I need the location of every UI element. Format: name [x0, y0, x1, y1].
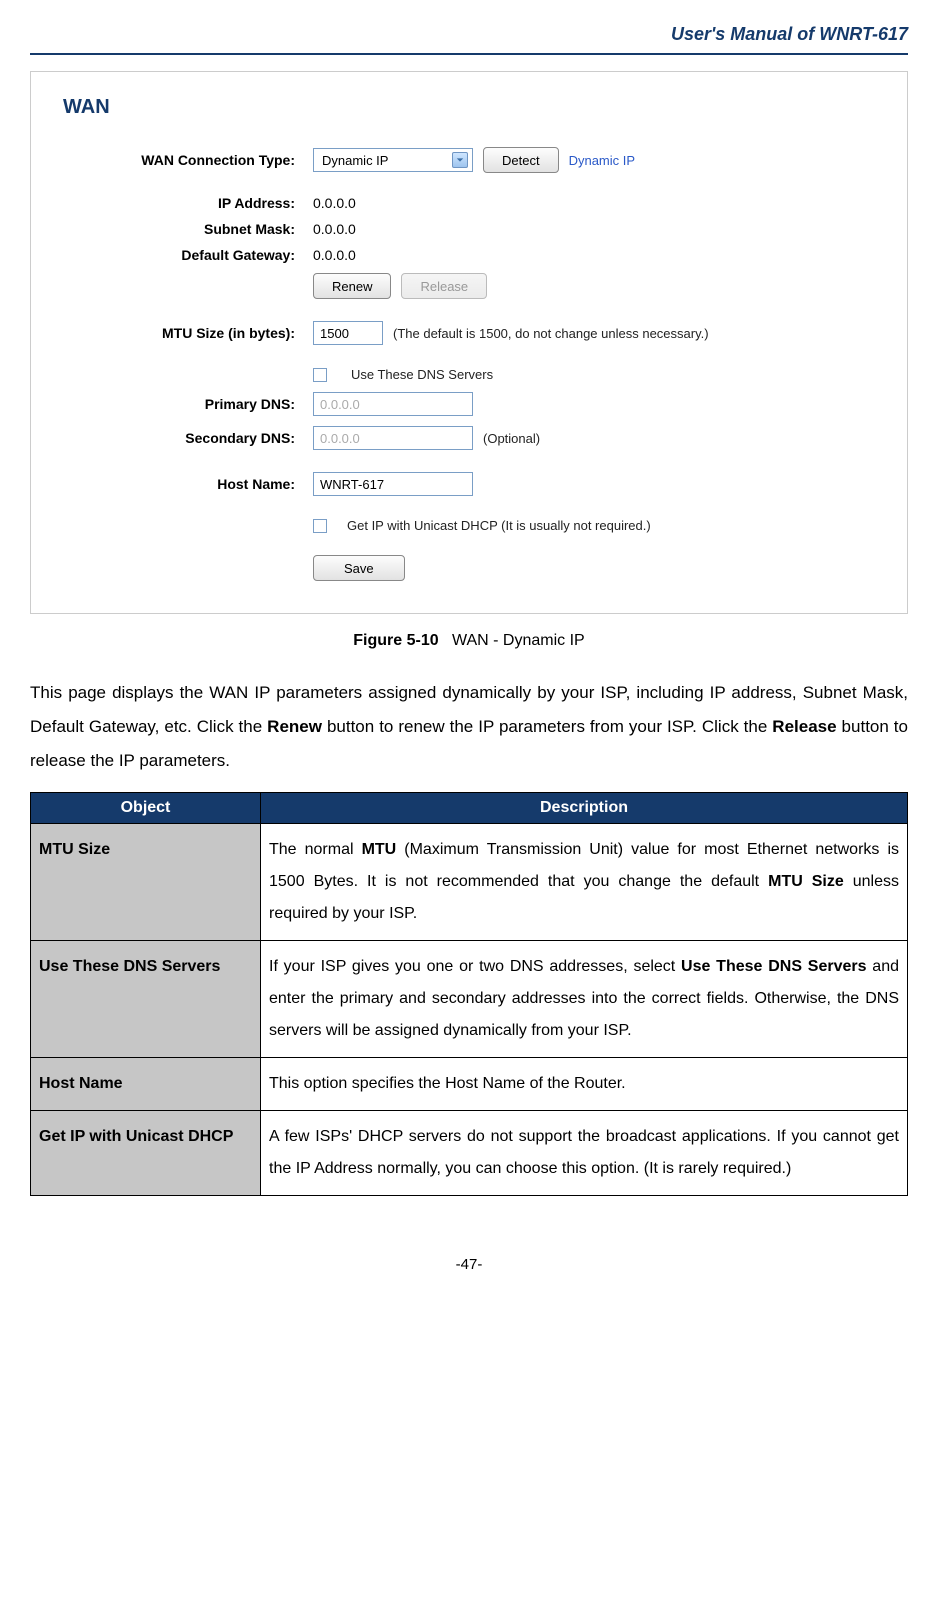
- figure-number: Figure 5-10: [353, 632, 438, 649]
- use-dns-checkbox[interactable]: [313, 368, 327, 382]
- renew-button[interactable]: Renew: [313, 273, 391, 299]
- t: The normal: [269, 841, 362, 858]
- table-row: Use These DNS Servers If your ISP gives …: [31, 941, 908, 1058]
- wan-heading: WAN: [31, 96, 907, 119]
- t: MTU: [362, 841, 397, 858]
- figure-text: WAN - Dynamic IP: [452, 632, 585, 649]
- primary-dns-input[interactable]: [313, 392, 473, 416]
- page-number: -47-: [30, 1256, 908, 1273]
- mtu-label: MTU Size (in bytes):: [63, 325, 313, 341]
- t: MTU Size: [768, 873, 844, 890]
- connection-type-label: WAN Connection Type:: [63, 152, 313, 168]
- desc-cell: A few ISPs' DHCP servers do not support …: [261, 1111, 908, 1196]
- host-name-label: Host Name:: [63, 476, 313, 492]
- use-dns-label: Use These DNS Servers: [351, 367, 493, 382]
- default-gateway-value: 0.0.0.0: [313, 247, 356, 263]
- table-row: Host Name This option specifies the Host…: [31, 1058, 908, 1111]
- description-table: Object Description MTU Size The normal M…: [30, 792, 908, 1196]
- primary-dns-label: Primary DNS:: [63, 396, 313, 412]
- obj-cell: Get IP with Unicast DHCP: [31, 1111, 261, 1196]
- secondary-dns-note: (Optional): [483, 431, 540, 446]
- connection-type-select[interactable]: Dynamic IP: [313, 148, 473, 172]
- ip-address-label: IP Address:: [63, 195, 313, 211]
- host-name-input[interactable]: [313, 472, 473, 496]
- wan-panel: WAN WAN Connection Type: Dynamic IP Dete…: [30, 71, 908, 614]
- subnet-mask-value: 0.0.0.0: [313, 221, 356, 237]
- th-description: Description: [261, 793, 908, 824]
- desc-cell: This option specifies the Host Name of t…: [261, 1058, 908, 1111]
- chevron-down-icon: [452, 152, 468, 168]
- secondary-dns-input[interactable]: [313, 426, 473, 450]
- secondary-dns-label: Secondary DNS:: [63, 430, 313, 446]
- figure-caption: Figure 5-10 WAN - Dynamic IP: [30, 632, 908, 650]
- body-text-release: Release: [772, 717, 836, 736]
- unicast-checkbox[interactable]: [313, 519, 327, 533]
- save-button[interactable]: Save: [313, 555, 405, 581]
- obj-cell: Host Name: [31, 1058, 261, 1111]
- body-paragraph: This page displays the WAN IP parameters…: [30, 676, 908, 778]
- default-gateway-label: Default Gateway:: [63, 247, 313, 263]
- body-text-renew: Renew: [267, 717, 322, 736]
- desc-cell: If your ISP gives you one or two DNS add…: [261, 941, 908, 1058]
- ip-address-value: 0.0.0.0: [313, 195, 356, 211]
- desc-cell: The normal MTU (Maximum Transmission Uni…: [261, 824, 908, 941]
- obj-cell: MTU Size: [31, 824, 261, 941]
- mtu-input[interactable]: [313, 321, 383, 345]
- connection-type-value: Dynamic IP: [322, 153, 388, 168]
- body-text-b: button to renew the IP parameters from y…: [322, 717, 772, 736]
- t: If your ISP gives you one or two DNS add…: [269, 958, 681, 975]
- th-object: Object: [31, 793, 261, 824]
- subnet-mask-label: Subnet Mask:: [63, 221, 313, 237]
- table-row: Get IP with Unicast DHCP A few ISPs' DHC…: [31, 1111, 908, 1196]
- page-header: User's Manual of WNRT-617: [30, 20, 908, 55]
- mtu-note: (The default is 1500, do not change unle…: [393, 326, 709, 341]
- obj-cell: Use These DNS Servers: [31, 941, 261, 1058]
- detect-button[interactable]: Detect: [483, 147, 559, 173]
- t: Use These DNS Servers: [681, 958, 866, 975]
- connection-hint: Dynamic IP: [569, 153, 635, 168]
- table-row: MTU Size The normal MTU (Maximum Transmi…: [31, 824, 908, 941]
- release-button[interactable]: Release: [401, 273, 487, 299]
- unicast-label: Get IP with Unicast DHCP (It is usually …: [347, 518, 651, 533]
